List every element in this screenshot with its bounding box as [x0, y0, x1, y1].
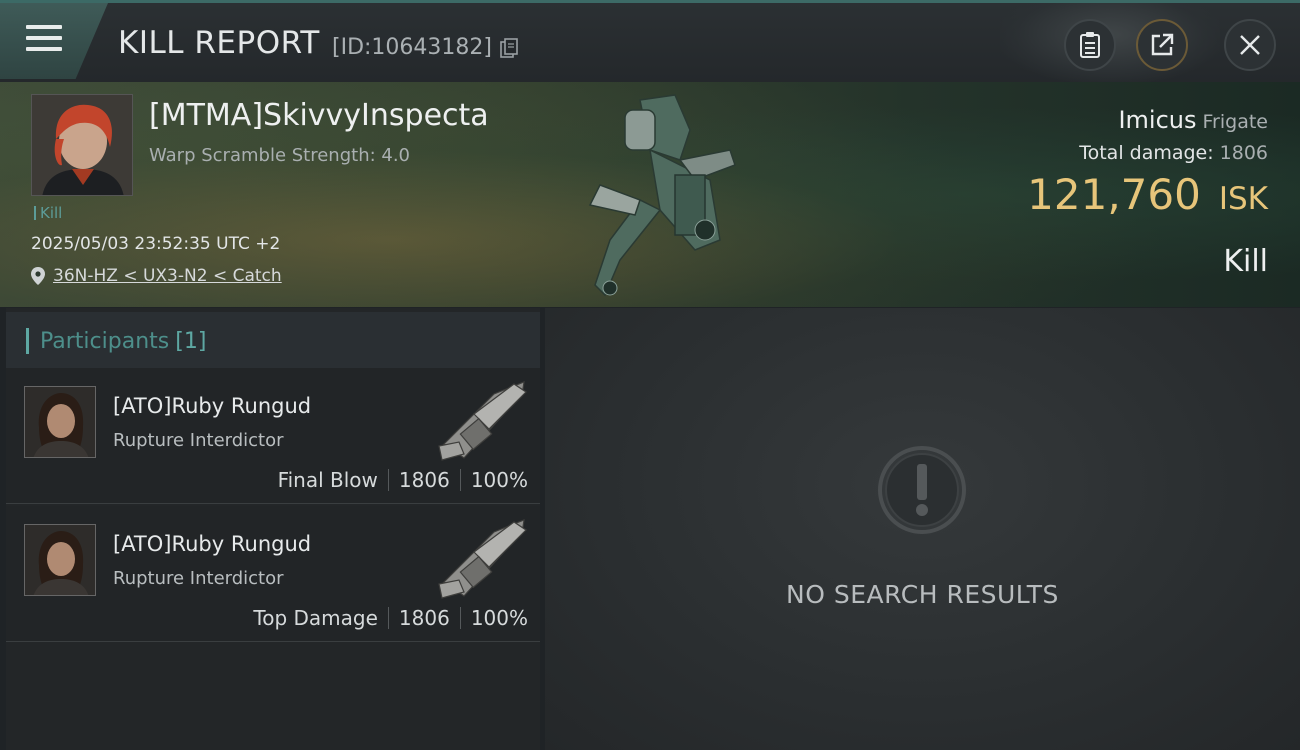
victim-avatar[interactable] — [31, 94, 133, 196]
participants-panel: Participants [1] [ATO]Ruby Rungud Rupture… — [6, 308, 540, 750]
results-panel: NO SEARCH RESULTS — [545, 308, 1300, 750]
participant-percent: 100% — [470, 468, 528, 492]
victim-ship-image — [588, 94, 736, 297]
participant-ship-image — [438, 381, 527, 461]
report-id: [ID:10643182] — [332, 35, 492, 60]
ship-name: Imicus — [1118, 106, 1197, 134]
victim-name[interactable]: [MTMA]SkivvyInspecta — [149, 98, 489, 133]
participant-name[interactable]: [ATO]Ruby Rungud — [113, 532, 311, 556]
stat-divider — [387, 607, 389, 629]
kill-location[interactable]: 36N-HZ < UX3-N2 < Catch — [31, 266, 282, 286]
participants-accent-bar — [26, 328, 29, 354]
participant-ship: Rupture Interdictor — [113, 430, 284, 451]
participant-role: Top Damage — [253, 606, 378, 630]
stat-divider — [459, 469, 461, 491]
participant-row[interactable]: [ATO]Ruby Rungud Rupture Interdictor Fin… — [6, 368, 540, 504]
participant-damage: 1806 — [398, 606, 450, 630]
share-icon — [1151, 33, 1174, 56]
total-damage-label: Total damage: — [1079, 142, 1214, 164]
participant-ship: Rupture Interdictor — [113, 568, 284, 589]
participants-header: Participants [1] — [6, 312, 540, 368]
location-link[interactable]: 36N-HZ < UX3-N2 < Catch — [53, 266, 282, 286]
kill-summary-banner: [MTMA]SkivvyInspecta Warp Scramble Stren… — [0, 82, 1300, 307]
clipboard-button[interactable] — [1064, 19, 1116, 71]
isk-amount: 121,760 — [1027, 170, 1201, 219]
participant-stats: Final Blow 1806 100% — [278, 468, 528, 492]
participants-label: Participants — [40, 329, 170, 354]
menu-button[interactable] — [0, 3, 108, 79]
participant-stats: Top Damage 1806 100% — [253, 606, 528, 630]
participant-percent: 100% — [470, 606, 528, 630]
participant-role: Final Blow — [277, 468, 378, 492]
stat-divider — [387, 469, 389, 491]
menu-icon[interactable] — [26, 25, 62, 55]
no-results-text: NO SEARCH RESULTS — [786, 580, 1059, 609]
close-icon — [1240, 35, 1260, 55]
header-bar: KILL REPORT [ID:10643182] — [0, 0, 1300, 83]
isk-currency: ISK — [1218, 181, 1268, 217]
participants-title: Participants [1] — [40, 329, 206, 354]
total-damage-value: 1806 — [1219, 142, 1268, 164]
location-pin-icon — [31, 267, 45, 285]
participant-avatar[interactable] — [24, 386, 96, 458]
exclamation-icon — [878, 446, 966, 534]
ship-class: Frigate — [1202, 111, 1268, 133]
copy-icon[interactable] — [500, 38, 518, 58]
close-button[interactable] — [1224, 19, 1276, 71]
kill-tag: Kill — [34, 206, 62, 221]
stat-divider — [459, 607, 461, 629]
participant-row[interactable]: [ATO]Ruby Rungud Rupture Interdictor Top… — [6, 506, 540, 642]
isk-value: 121,760 ISK — [1027, 170, 1268, 219]
kill-datetime: 2025/05/03 23:52:35 UTC +2 — [31, 234, 281, 254]
kill-type: Kill — [1223, 244, 1268, 279]
warp-scramble-strength: Warp Scramble Strength: 4.0 — [149, 145, 411, 166]
participant-avatar[interactable] — [24, 524, 96, 596]
page-title: KILL REPORT — [118, 25, 320, 61]
participant-ship-image — [438, 519, 527, 599]
total-damage: Total damage: 1806 — [1079, 142, 1268, 164]
participant-damage: 1806 — [398, 468, 450, 492]
share-button[interactable] — [1136, 19, 1188, 71]
participant-name[interactable]: [ATO]Ruby Rungud — [113, 394, 311, 418]
victim-ship: Imicus Frigate — [1118, 106, 1268, 134]
clipboard-icon — [1080, 32, 1100, 58]
participants-count: [1] — [175, 329, 207, 354]
